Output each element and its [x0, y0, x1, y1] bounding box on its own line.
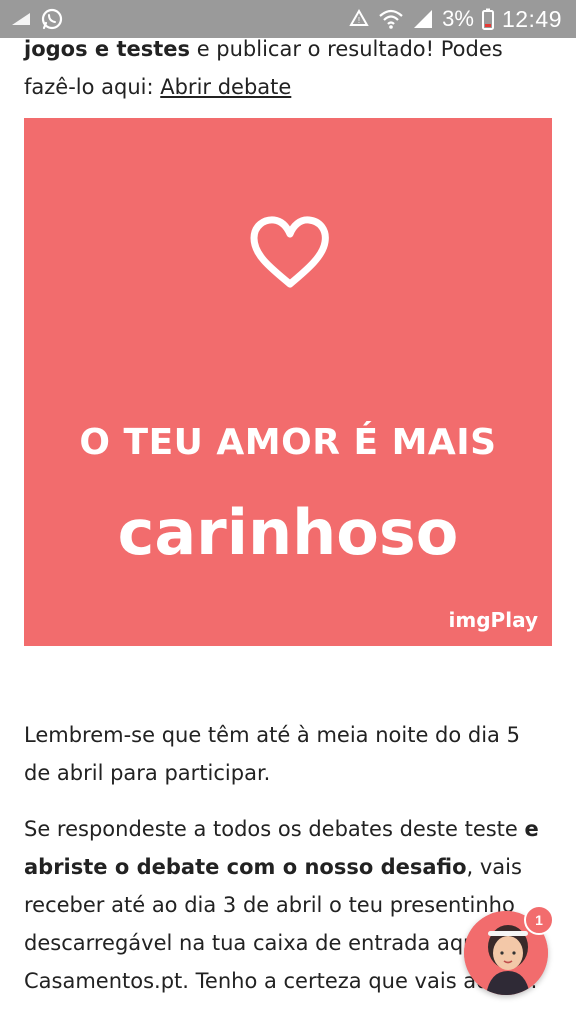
intro-bold-text: jogos e testes — [24, 37, 191, 61]
banner-keyword: carinhoso — [117, 496, 459, 569]
signal-icon — [10, 11, 32, 27]
battery-low-icon — [481, 8, 494, 30]
status-bar-right: ! 3% 12:49 — [348, 6, 576, 33]
battery-percent: 3% — [442, 6, 474, 31]
wifi-icon — [378, 8, 404, 30]
imgplay-watermark: imgPlay — [448, 608, 538, 632]
status-bar-left — [0, 7, 64, 31]
reminder-paragraph: Lembrem-se que têm até à meia noite do d… — [24, 723, 520, 785]
banner-headline: O TEU AMOR É MAIS — [79, 422, 497, 463]
whatsapp-icon — [40, 7, 64, 31]
heart-icon — [248, 214, 332, 294]
reward-text-a: Se respondeste a todos os debates deste … — [24, 817, 525, 841]
open-debate-link[interactable]: Abrir debate — [160, 75, 291, 99]
svg-text:!: ! — [358, 16, 360, 25]
clock: 12:49 — [501, 5, 562, 32]
notification-badge: 1 — [524, 905, 554, 935]
cell-signal-icon — [412, 8, 434, 30]
data-saver-icon: ! — [348, 8, 370, 30]
status-bar: ! 3% 12:49 — [0, 0, 576, 38]
banner-image: O TEU AMOR É MAIS carinhoso imgPlay — [24, 118, 552, 646]
intro-paragraph: jogos e testes e publicar o resultado! P… — [24, 30, 552, 106]
